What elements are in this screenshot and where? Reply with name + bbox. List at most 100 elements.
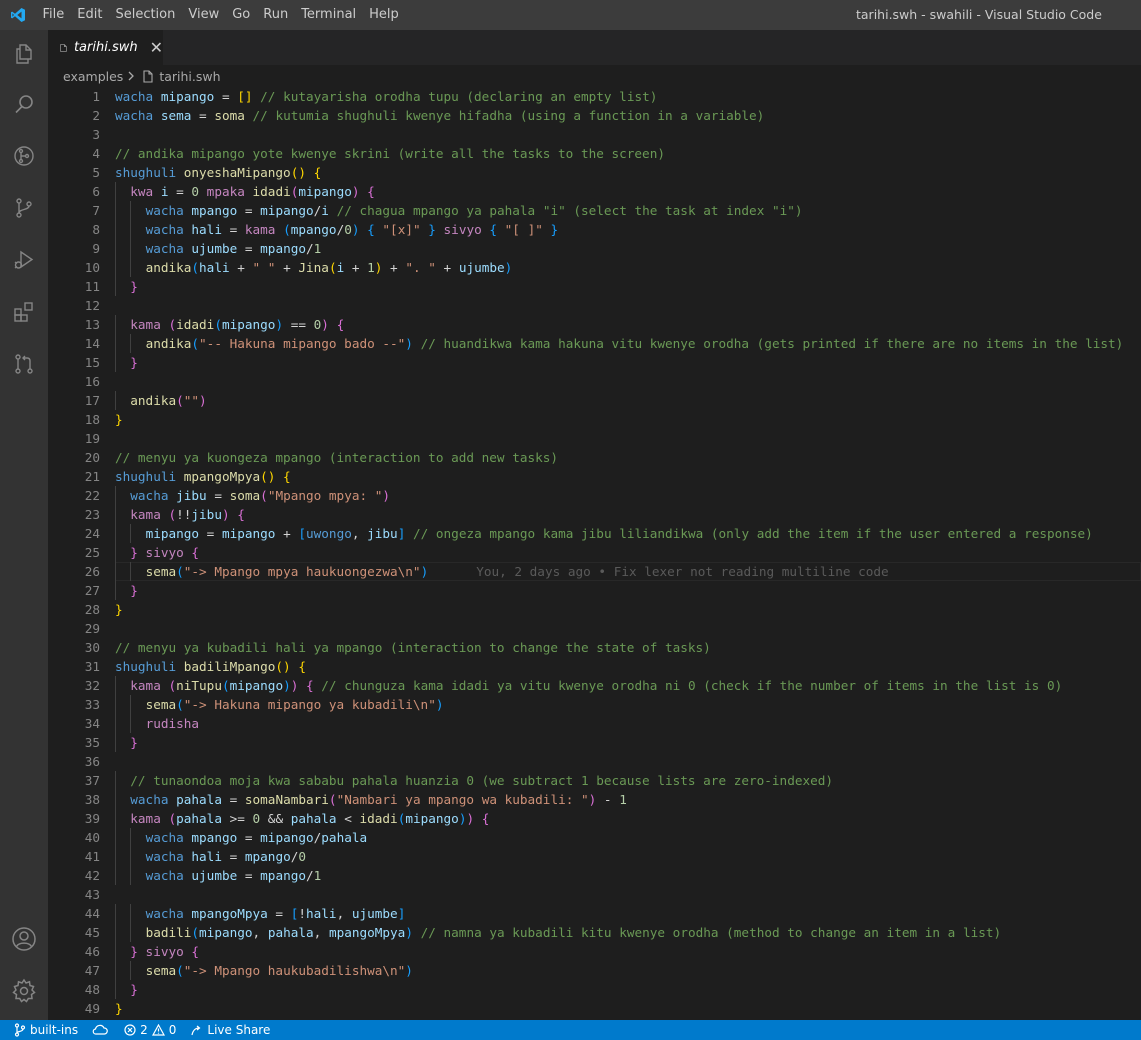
code-token: pahala [267,925,314,940]
code-token: mpango [191,203,238,218]
source-control-history-icon[interactable] [0,132,48,180]
code-token: "Nambari ya mpango wa kubadili: " [336,792,589,807]
line-number: 30 [84,640,100,655]
run-debug-icon[interactable] [0,236,48,284]
code-token: () { [275,659,306,674]
line-number: 42 [84,868,100,883]
code-token: ) [275,317,284,332]
code-token: ( [168,507,177,522]
search-icon[interactable] [0,80,48,128]
code-token: wacha [145,906,192,921]
menu-selection[interactable]: Selection [109,0,182,30]
code-line: wacha mpango = mipango/i // chagua mpang… [115,201,803,220]
breadcrumb-folder[interactable]: examples [63,69,123,84]
menu-help[interactable]: Help [363,0,406,30]
source-control-icon[interactable] [0,184,48,232]
code-token: = [267,906,291,921]
line-number: 27 [84,583,100,598]
code-token: sema [145,697,177,712]
code-line: wacha jibu = soma("Mpango mpya: ") [115,486,390,505]
cloud-sync-icon [92,1024,108,1035]
code-token: // chagua mpango ya pahala "i" (select t… [328,203,803,218]
code-token: , [351,526,368,541]
live-share-button[interactable]: Live Share [190,1020,270,1040]
line-number: 29 [84,621,100,636]
code-token: { [191,545,200,560]
pull-request-icon[interactable] [0,340,48,388]
close-icon[interactable]: ✕ [150,38,163,57]
indent-guide [115,315,116,334]
code-token: - [596,792,620,807]
warning-icon [151,1024,165,1036]
code-token: mpangoMpya [328,925,406,940]
code-token: = [221,222,245,237]
code-token: ] [397,906,406,921]
code-token: { [359,222,383,237]
indent-guide [130,847,132,866]
indent-guide [130,239,132,258]
code-token: ) [199,393,207,408]
code-token: mpango [260,868,307,883]
tab-tarihi-swh[interactable]: tarihi.swh ✕ [48,30,163,65]
code-token: [] [237,89,253,104]
code-token: 1 [367,260,375,275]
code-token: { [474,811,490,826]
account-icon[interactable] [0,915,48,963]
chevron-right-icon [127,69,135,84]
code-token: // huandikwa kama hakuna vitu kwenye oro… [412,336,1124,351]
menu-edit[interactable]: Edit [71,0,109,30]
code-line: mipango = mipango + [uwongo, jibu] // on… [115,524,1093,543]
menu-bar: File Edit Selection View Go Run Terminal Help [36,0,405,30]
code-line: } [115,581,138,600]
menu-file[interactable]: File [36,0,71,30]
code-token: = [237,203,261,218]
line-number: 45 [84,925,100,940]
code-token: mpango [260,241,307,256]
line-number: 32 [84,678,100,693]
sync-button[interactable] [92,1020,112,1040]
menu-run[interactable]: Run [257,0,295,30]
indent-guide [130,220,132,239]
code-token: = [214,89,238,104]
code-token: badiliMpango [183,659,276,674]
code-token: ) [435,697,444,712]
code-token: hali [199,260,230,275]
indent-guide [130,866,132,885]
code-token: = [206,488,230,503]
settings-gear-icon[interactable] [0,967,48,1015]
extensions-icon[interactable] [0,288,48,336]
code-token: wacha [145,222,192,237]
line-number: 38 [84,792,100,807]
code-token: "[ ]" [504,222,543,237]
line-number: 28 [84,602,100,617]
code-editor[interactable]: 1 2 3 4 5 6 7 8 9 10 11 12 13 14 15 16 17 18 19 20 21 22 23 24 2… [48,87,1141,1020]
branch-indicator[interactable]: built-ins [14,1020,78,1040]
files-icon[interactable] [0,30,48,78]
code-token: ) [321,317,329,332]
code-token: mipango [260,203,314,218]
menu-go[interactable]: Go [226,0,257,30]
code-line: } [115,999,123,1018]
code-line: wacha mpangoMpya = [!hali, ujumbe] [115,904,406,923]
problems-indicator[interactable]: 2 0 [124,1020,176,1040]
code-token: "-- Hakuna mipango bado --" [199,336,406,351]
indent-guide [115,866,116,885]
error-icon [124,1024,136,1036]
code-token: + [275,526,299,541]
line-number: 5 [92,165,100,180]
menu-view[interactable]: View [182,0,226,30]
code-token: kama [130,317,169,332]
indent-guide [115,391,116,410]
line-number: 15 [84,355,100,370]
line-number: 13 [84,317,100,332]
code-token: jibu [176,488,207,503]
code-token: >= [221,811,253,826]
line-number: 18 [84,412,100,427]
code-token: ( [283,222,291,237]
code-token: ) [405,963,413,978]
breadcrumb-file[interactable]: tarihi.swh [159,69,220,84]
menu-terminal[interactable]: Terminal [295,0,363,30]
code-line: sema("-> Hakuna mipango ya kubadili\n") [115,695,444,714]
